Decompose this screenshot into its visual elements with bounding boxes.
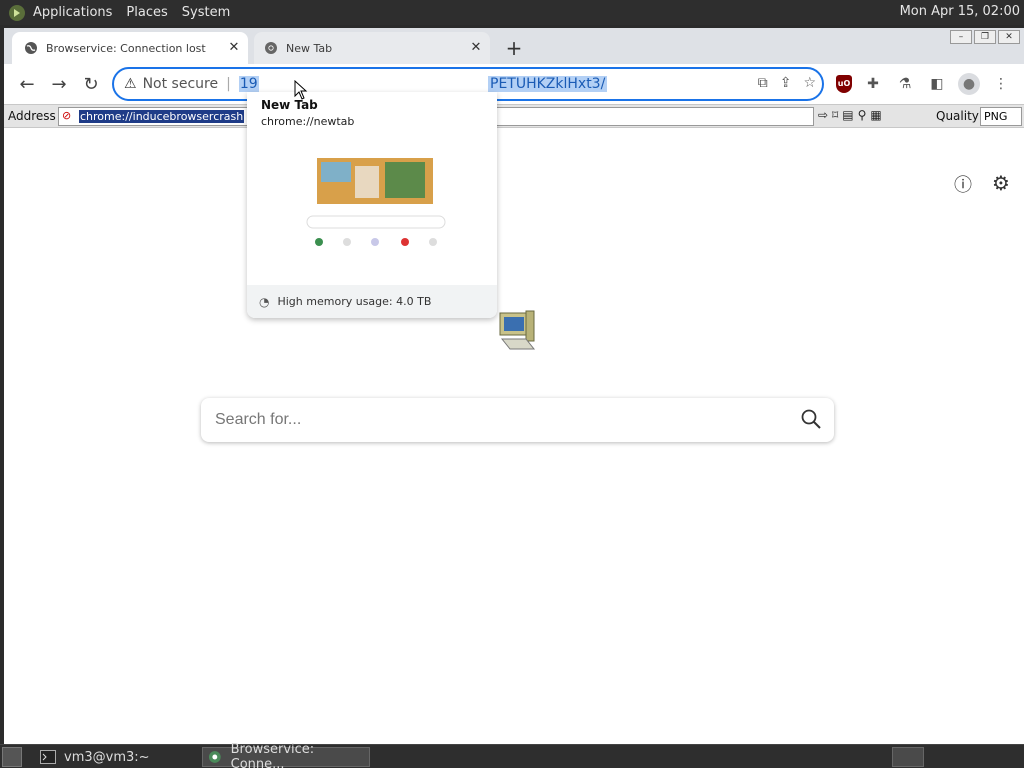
close-window-icon[interactable]: ✕	[998, 30, 1020, 44]
menu-places[interactable]: Places	[126, 5, 167, 20]
clock[interactable]: Mon Apr 15, 02:00	[900, 4, 1020, 19]
tab-strip: Browservice: Connection lost ✕ New Tab ✕…	[4, 28, 1024, 64]
address-tools: ⇨ ⌑ ▤ ⚲ ▦	[818, 108, 882, 122]
taskbar-item-label: Browservice: Conne...	[230, 742, 315, 768]
clipboard-icon[interactable]: ▦	[870, 108, 881, 122]
share-icon[interactable]: ⇪	[780, 75, 792, 91]
taskbar-item-label: vm3@vm3:~	[64, 749, 150, 765]
taskbar-item-browser[interactable]: Browservice: Conne...	[202, 742, 370, 768]
search-input[interactable]	[215, 408, 775, 432]
popup-blocked-icon[interactable]: ⧉	[758, 75, 768, 91]
os-logo-icon[interactable]	[8, 4, 26, 22]
insecure-icon: ⊘	[62, 109, 72, 122]
side-panel-icon[interactable]: ◧	[926, 73, 948, 95]
search-icon[interactable]	[800, 408, 822, 430]
go-arrow-icon[interactable]: ⇨	[818, 108, 828, 122]
chrome-icon	[265, 42, 277, 54]
close-tab-icon[interactable]: ✕	[226, 40, 242, 55]
close-tab-icon[interactable]: ✕	[468, 40, 484, 55]
bookmark-icon[interactable]: ⌑	[832, 108, 838, 122]
quality-value: PNG	[984, 110, 1008, 123]
settings-gear-icon[interactable]: ⚙	[990, 171, 1012, 195]
restore-icon[interactable]: ❐	[974, 30, 996, 44]
extension-toolbar: uO ✚ ⚗ ◧ ● ⋮	[836, 73, 1012, 95]
bookmarks-list-icon[interactable]: ▤	[842, 108, 853, 122]
search-box[interactable]	[201, 398, 834, 442]
security-label[interactable]: Not secure	[143, 76, 219, 92]
omnibox-separator: |	[226, 76, 231, 92]
tray-app-icon[interactable]	[892, 747, 924, 767]
reload-icon[interactable]: ↻	[80, 74, 102, 96]
tab-browservice[interactable]: Browservice: Connection lost ✕	[12, 32, 248, 64]
desktop-taskbar: vm3@vm3:~ Browservice: Conne...	[0, 742, 1024, 768]
hover-card-url: chrome://newtab	[261, 115, 355, 128]
address-value[interactable]: chrome://inducebrowsercrash	[79, 110, 245, 123]
globe-icon	[25, 42, 37, 54]
find-binoculars-icon[interactable]: ⚲	[858, 108, 867, 122]
window-controls: – ❐ ✕	[950, 30, 1020, 44]
show-desktop-icon[interactable]	[2, 747, 22, 767]
url-text-end[interactable]: PETUHKZklHxt3/	[488, 76, 608, 92]
bookmark-star-icon[interactable]: ☆	[803, 75, 816, 91]
info-icon[interactable]: ⓘ	[952, 171, 974, 196]
browser-window: Browservice: Connection lost ✕ New Tab ✕…	[4, 28, 1024, 744]
browservice-address-bar: Address ⊘ chrome://inducebrowsercrash ⇨ …	[4, 104, 1024, 128]
menu-system[interactable]: System	[182, 5, 230, 20]
memory-usage-text: High memory usage: 4.0 TB	[277, 295, 432, 308]
forward-icon[interactable]: →	[48, 74, 70, 96]
page-content: ⓘ ⚙	[4, 129, 1024, 744]
back-icon[interactable]: ←	[16, 74, 38, 96]
minimize-icon[interactable]: –	[950, 30, 972, 44]
mouse-cursor-icon	[294, 80, 308, 100]
computer-icon	[499, 310, 536, 350]
menu-kebab-icon[interactable]: ⋮	[990, 73, 1012, 95]
browser-app-icon	[208, 751, 221, 763]
profile-avatar-icon[interactable]: ●	[958, 73, 980, 95]
desktop-top-panel: Applications Places System Mon Apr 15, 0…	[0, 0, 1024, 25]
tab-title: New Tab	[286, 41, 333, 55]
tab-hover-card: New Tab chrome://newtab ◔ High memory us…	[247, 92, 497, 318]
quality-label: Quality	[936, 109, 979, 123]
url-text[interactable]: 19	[238, 76, 259, 92]
hover-card-title: New Tab	[261, 98, 318, 112]
new-tab-button[interactable]: +	[504, 36, 524, 60]
menu-applications[interactable]: Applications	[33, 5, 112, 20]
omnibox-actions: ⧉ ⇪ ☆	[758, 75, 816, 91]
quality-select[interactable]: PNG	[980, 107, 1022, 126]
browser-toolbar: ← → ↻ ⚠ Not secure | 19 PETUHKZklHxt3/ ⧉…	[4, 64, 1024, 104]
gauge-icon: ◔	[259, 294, 270, 309]
tab-thumbnail	[299, 144, 449, 264]
terminal-icon	[40, 750, 56, 764]
warning-icon[interactable]: ⚠	[124, 76, 137, 92]
tab-new-tab[interactable]: New Tab ✕	[254, 32, 490, 64]
extensions-puzzle-icon[interactable]: ✚	[862, 73, 884, 95]
labs-flask-icon[interactable]: ⚗	[894, 73, 916, 95]
ublock-origin-icon[interactable]: uO	[836, 75, 852, 93]
taskbar-item-terminal[interactable]: vm3@vm3:~	[36, 747, 196, 767]
tab-title: Browservice: Connection lost	[46, 41, 206, 55]
address-label: Address	[8, 109, 56, 123]
memory-usage: ◔ High memory usage: 4.0 TB	[247, 285, 497, 318]
